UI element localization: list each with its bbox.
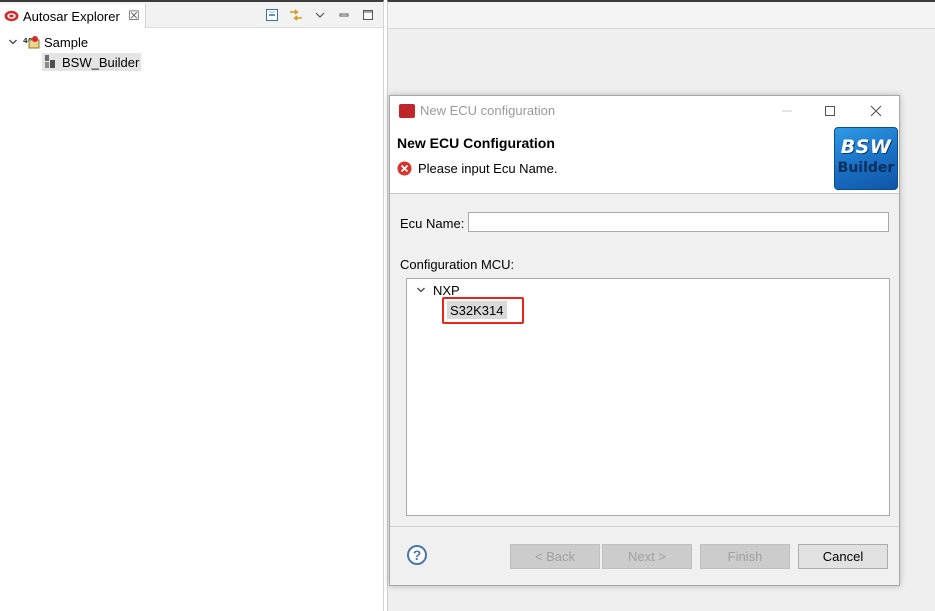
tree-item-sample[interactable]: 40 Sample (7, 33, 88, 51)
next-button[interactable]: Next > (602, 544, 692, 569)
chevron-down-icon[interactable] (7, 36, 19, 48)
back-button[interactable]: < Back (510, 544, 600, 569)
ecu-name-label: Ecu Name: (400, 216, 465, 231)
app-icon (399, 104, 415, 118)
tree-item-bsw-builder[interactable]: BSW_Builder (42, 53, 142, 71)
collapse-all-icon[interactable] (263, 6, 281, 24)
close-icon[interactable]: ☒ (128, 8, 140, 24)
highlight-annotation (442, 297, 524, 324)
chevron-down-icon[interactable] (415, 284, 427, 296)
bsw-module-icon (42, 54, 58, 70)
dialog-titlebar[interactable]: New ECU configuration (390, 96, 899, 126)
mcu-tree[interactable]: NXP S32K314 (406, 278, 890, 516)
tree-item-label: Sample (44, 34, 89, 50)
maximize-view-icon[interactable] (359, 6, 377, 24)
view-menu-icon[interactable] (311, 6, 329, 24)
minimize-view-icon[interactable] (335, 6, 353, 24)
tree-item-label: BSW_Builder (62, 54, 140, 70)
bsw-builder-logo: BSW Builder (834, 127, 898, 190)
finish-button[interactable]: Finish (700, 544, 790, 569)
configuration-mcu-label: Configuration MCU: (400, 257, 515, 272)
autosar-explorer-icon (4, 10, 19, 22)
autosar-project-icon: 40 (23, 35, 41, 49)
tab-autosar-explorer[interactable]: Autosar Explorer ☒ (0, 4, 146, 28)
explorer-tab-bar: Autosar Explorer ☒ (0, 2, 383, 28)
error-message: Please input Ecu Name. (418, 161, 558, 176)
ecu-name-field[interactable] (468, 212, 889, 232)
logo-text-line2: Builder (837, 160, 895, 176)
close-button[interactable] (861, 101, 891, 121)
minimize-button[interactable] (772, 101, 802, 121)
view-toolbar (263, 5, 377, 25)
cancel-button[interactable]: Cancel (798, 544, 888, 569)
dialog-title: New ECU configuration (420, 103, 556, 118)
maximize-button[interactable] (815, 101, 845, 121)
tab-label: Autosar Explorer (23, 8, 120, 24)
error-icon (397, 161, 412, 176)
wizard-banner: New ECU Configuration Please input Ecu N… (390, 126, 899, 194)
new-ecu-configuration-dialog: New ECU configuration New ECU Configurat… (389, 95, 900, 586)
link-with-editor-icon[interactable] (287, 6, 305, 24)
logo-text-line1: BSW (840, 136, 892, 158)
wizard-title: New ECU Configuration (397, 135, 555, 151)
help-icon[interactable]: ? (407, 545, 427, 565)
tree-item-label: NXP (433, 282, 460, 298)
autosar-explorer-view: Autosar Explorer ☒ 40 Sample BSW_Builder (0, 0, 384, 611)
footer-separator (390, 526, 899, 527)
editor-area-header (388, 2, 935, 29)
